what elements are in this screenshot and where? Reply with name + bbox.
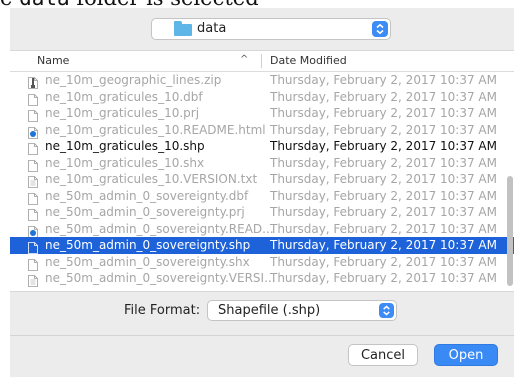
file-date: Thursday, February 2, 2017 10:37 AM <box>270 122 497 137</box>
file-name: ne_10m_geographic_lines.zip <box>45 73 222 87</box>
column-header-name[interactable]: Name <box>37 54 69 67</box>
file-row: ne_10m_geographic_lines.zip Thursday, Feb… <box>10 72 514 89</box>
file-date: Thursday, February 2, 2017 10:37 AM <box>270 254 497 269</box>
file-row: ne_50m_admin_0_sovereignty.dbf Thursday, … <box>10 188 514 205</box>
file-format-value: Shapefile (.shp) <box>218 303 321 318</box>
file-icon <box>28 140 38 155</box>
file-row: ne_50m_admin_0_sovereignty.VERSI... Thurs… <box>10 270 514 287</box>
file-row: ne_50m_admin_0_sovereignty.prj Thursday, … <box>10 204 514 221</box>
column-divider[interactable] <box>261 54 262 68</box>
file-row: ne_10m_graticules_10.prj Thursday, Februa… <box>10 105 514 122</box>
file-name: ne_50m_admin_0_sovereignty.prj <box>45 205 245 219</box>
file-format-popup[interactable]: Shapefile (.shp) <box>207 300 397 321</box>
file-row: ne_50m_admin_0_sovereignty.shx Thursday, … <box>10 254 514 271</box>
file-date: Thursday, February 2, 2017 10:37 AM <box>270 238 497 252</box>
file-name: ne_10m_graticules_10.dbf <box>45 89 203 104</box>
column-header: Name ^ Date Modified <box>10 51 514 72</box>
file-name: ne_50m_admin_0_sovereignty.dbf <box>45 188 249 203</box>
html-file-icon <box>28 124 38 139</box>
file-date: Thursday, February 2, 2017 10:37 AM <box>270 106 497 120</box>
divider <box>10 335 514 336</box>
file-name: ne_10m_graticules_10.VERSION.txt <box>45 172 258 186</box>
file-date: Thursday, February 2, 2017 10:37 AM <box>270 188 497 203</box>
file-icon <box>28 256 38 271</box>
file-format-label: File Format: <box>124 303 201 318</box>
file-row: ne_10m_graticules_10.dbf Thursday, Februa… <box>10 89 514 106</box>
file-row[interactable]: ne_50m_admin_0_sovereignty.shp Thursday, … <box>10 237 514 254</box>
file-name: ne_50m_admin_0_sovereignty.VERSI... <box>45 271 276 285</box>
folder-name: data <box>197 21 227 36</box>
file-name: ne_50m_admin_0_sovereignty.shx <box>45 254 250 269</box>
text-file-icon <box>28 173 38 188</box>
file-name: ne_50m_admin_0_sovereignty.shp <box>45 238 251 252</box>
file-name: ne_10m_graticules_10.shx <box>45 155 205 170</box>
file-date: Thursday, February 2, 2017 10:37 AM <box>270 89 497 104</box>
file-icon <box>28 107 38 122</box>
folder-popup[interactable]: data <box>151 18 391 40</box>
file-date: Thursday, February 2, 2017 10:37 AM <box>270 271 497 285</box>
file-date: Thursday, February 2, 2017 10:37 AM <box>270 205 497 219</box>
chevron-updown-icon[interactable] <box>379 303 394 318</box>
file-icon <box>28 157 38 172</box>
chevron-updown-icon[interactable] <box>372 21 388 37</box>
file-name: ne_50m_admin_0_sovereignty.READ... <box>45 221 274 236</box>
file-row: ne_50m_admin_0_sovereignty.READ... Thursd… <box>10 221 514 238</box>
file-row: ne_10m_graticules_10.shx Thursday, Februa… <box>10 155 514 172</box>
file-list: ne_10m_geographic_lines.zip Thursday, Feb… <box>10 72 514 287</box>
file-name: ne_10m_graticules_10.prj <box>45 106 200 120</box>
cancel-button[interactable]: Cancel <box>348 344 418 366</box>
file-name: ne_10m_graticules_10.shp <box>45 139 205 153</box>
file-date: Thursday, February 2, 2017 10:37 AM <box>270 139 497 153</box>
file-row[interactable]: ne_10m_graticules_10.shp Thursday, Februa… <box>10 138 514 155</box>
file-date: Thursday, February 2, 2017 10:37 AM <box>270 73 497 87</box>
open-button[interactable]: Open <box>434 344 498 366</box>
file-icon <box>28 190 38 205</box>
file-icon <box>28 91 38 106</box>
folder-icon <box>174 21 192 36</box>
file-date: Thursday, February 2, 2017 10:37 AM <box>270 172 497 186</box>
zip-file-icon <box>28 74 38 89</box>
column-header-date[interactable]: Date Modified <box>270 54 347 67</box>
file-date: Thursday, February 2, 2017 10:37 AM <box>270 155 497 170</box>
file-row: ne_10m_graticules_10.VERSION.txt Thursday… <box>10 171 514 188</box>
file-row: ne_10m_graticules_10.README.html Thursday… <box>10 122 514 139</box>
html-file-icon <box>28 223 38 238</box>
sort-ascending-icon[interactable]: ^ <box>240 54 248 65</box>
file-date: Thursday, February 2, 2017 10:37 AM <box>270 221 497 236</box>
scrollbar[interactable] <box>507 176 513 286</box>
open-file-dialog: data Name ^ Date Modified ne_10m_geograp… <box>10 8 514 377</box>
file-name: ne_10m_graticules_10.README.html <box>45 122 266 137</box>
file-browser: Name ^ Date Modified ne_10m_geographic_l… <box>10 50 514 292</box>
file-icon <box>28 206 38 221</box>
file-icon <box>28 239 38 254</box>
text-file-icon <box>28 272 38 287</box>
